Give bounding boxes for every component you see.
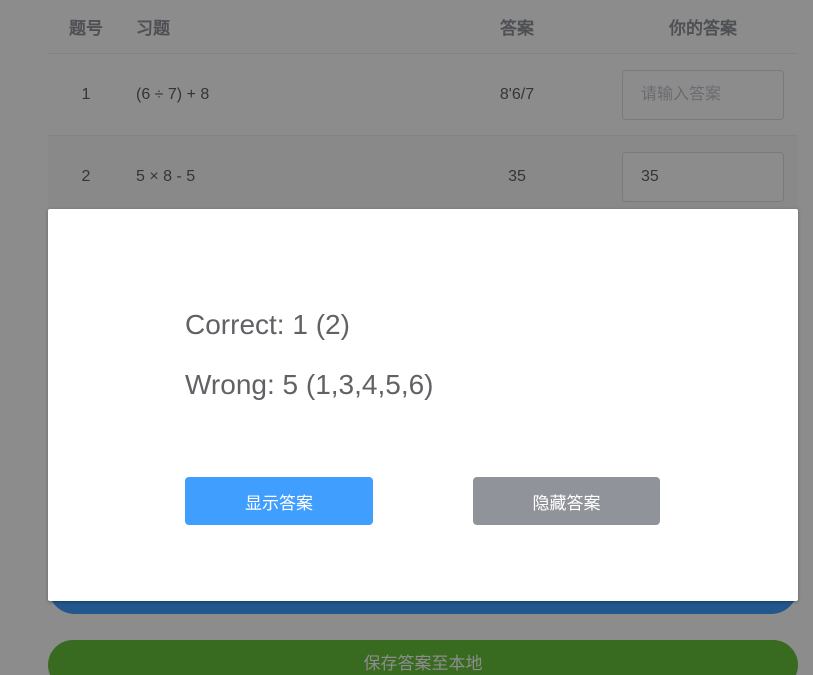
quiz-page: 题号 习题 答案 你的答案 1 (6 ÷ 7) + 8 8'6/7 2 5 × … <box>0 0 813 675</box>
wrong-result-text: Wrong: 5 (1,3,4,5,6) <box>185 369 434 400</box>
result-dialog: Correct: 1 (2) Wrong: 5 (1,3,4,5,6) 显示答案… <box>48 209 798 601</box>
hide-answers-button[interactable]: 隐藏答案 <box>473 477 660 525</box>
show-answers-button[interactable]: 显示答案 <box>185 477 373 525</box>
correct-result-text: Correct: 1 (2) <box>185 309 350 340</box>
